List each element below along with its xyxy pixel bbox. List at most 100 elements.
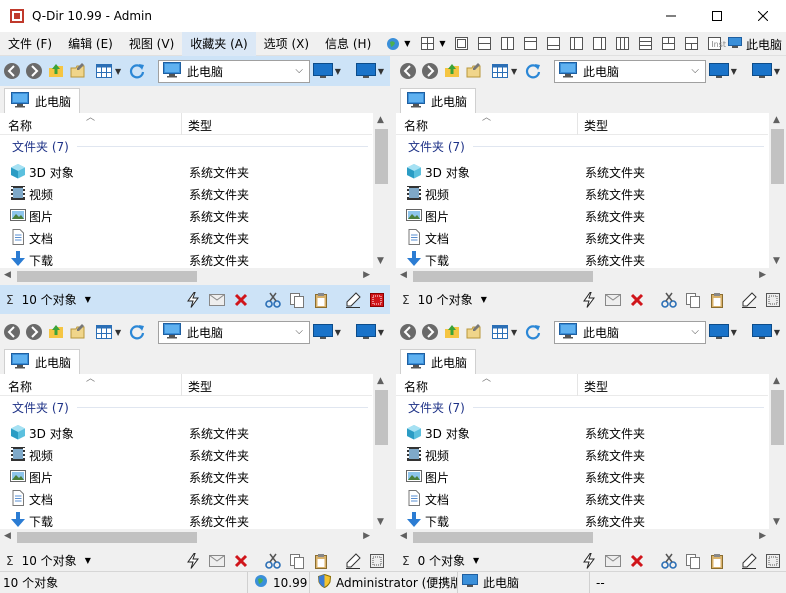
menu-options[interactable]: 选项 (X) [256,32,317,56]
email-icon[interactable] [208,291,226,309]
scroll-thumb[interactable] [375,129,388,184]
monitor-icon[interactable] [355,322,377,342]
column-divider[interactable] [577,113,578,135]
paste-icon[interactable] [708,291,726,309]
scroll-down-icon[interactable]: ▼ [377,256,384,266]
forward-icon[interactable] [420,322,440,342]
count-dropdown-icon[interactable]: ▼ [85,295,91,304]
view-dropdown-icon[interactable]: ▼ [115,67,121,76]
desktop-dropdown-icon[interactable]: ▼ [335,67,341,76]
copy-icon[interactable] [684,552,702,570]
list-item[interactable]: 3D 对象 系统文件夹 [0,160,372,182]
view-mode-icon[interactable] [94,322,114,342]
list-item[interactable]: 视频 系统文件夹 [396,443,768,465]
layout-f-icon[interactable] [569,37,583,50]
list-item[interactable]: 下载 系统文件夹 [0,509,372,531]
menu-edit[interactable]: 编辑 (E) [60,32,121,56]
vertical-scrollbar[interactable]: ▲ ▼ [769,374,786,529]
edit-icon[interactable] [740,552,758,570]
new-folder-icon[interactable] [464,322,484,342]
bolt-icon[interactable] [184,291,202,309]
paste-icon[interactable] [312,552,330,570]
grid-select-icon[interactable] [368,291,386,309]
up-folder-icon[interactable] [442,61,462,81]
back-icon[interactable] [398,61,418,81]
menu-view[interactable]: 视图 (V) [121,32,182,56]
back-icon[interactable] [398,322,418,342]
column-divider[interactable] [181,374,182,396]
column-name[interactable]: 名称 [404,378,428,395]
list-item[interactable]: 视频 系统文件夹 [0,182,372,204]
copy-icon[interactable] [288,552,306,570]
scroll-right-icon[interactable]: ▶ [363,531,370,541]
view-dropdown-icon[interactable]: ▼ [511,67,517,76]
scroll-right-icon[interactable]: ▶ [363,270,370,280]
address-bar[interactable]: 此电脑 ⌵ [158,60,310,83]
refresh-icon[interactable] [127,322,147,342]
scroll-left-icon[interactable]: ◀ [4,270,11,280]
refresh-icon[interactable] [523,61,543,81]
cut-icon[interactable] [660,552,678,570]
layout-dropdown-icon[interactable]: ▼ [439,39,445,48]
view-dropdown-icon[interactable]: ▼ [511,328,517,337]
chevron-down-icon[interactable]: ⌵ [295,65,303,76]
layout-e-icon[interactable] [546,37,560,50]
globe-icon[interactable] [386,37,400,50]
count-dropdown-icon[interactable]: ▼ [473,556,479,565]
menu-location-label[interactable]: 此电脑 [746,36,782,53]
edit-icon[interactable] [344,291,362,309]
horizontal-scrollbar[interactable]: ◀ ▶ [396,529,769,546]
copy-icon[interactable] [684,291,702,309]
group-header[interactable]: 文件夹 (7) [12,138,372,155]
layout-a-icon[interactable] [454,37,468,50]
tab-this-pc[interactable]: 此电脑 [400,349,477,374]
scroll-down-icon[interactable]: ▼ [773,517,780,527]
group-header[interactable]: 文件夹 (7) [408,399,768,416]
address-bar[interactable]: 此电脑 ⌵ [554,60,706,83]
view-mode-icon[interactable] [490,322,510,342]
scroll-thumb[interactable] [771,129,784,184]
desktop-icon[interactable] [312,61,334,81]
column-name[interactable]: 名称 [404,117,428,134]
column-type[interactable]: 类型 [188,378,212,395]
layout-h-icon[interactable] [615,37,629,50]
menu-favorites[interactable]: 收藏夹 (A) [182,31,256,56]
maximize-button[interactable] [694,0,740,32]
grid-select-icon[interactable] [368,552,386,570]
list-item[interactable]: 下载 系统文件夹 [0,248,372,270]
scroll-down-icon[interactable]: ▼ [377,517,384,527]
monitor-dropdown-icon[interactable]: ▼ [378,67,384,76]
delete-icon[interactable] [628,291,646,309]
layout-i-icon[interactable] [638,37,652,50]
monitor-icon[interactable] [751,322,773,342]
chevron-down-icon[interactable]: ⌵ [691,326,699,337]
globe-dropdown-icon[interactable]: ▼ [404,39,410,48]
list-item[interactable]: 图片 系统文件夹 [396,204,768,226]
column-name[interactable]: 名称 [8,117,32,134]
view-mode-icon[interactable] [490,61,510,81]
layout-b-icon[interactable] [477,37,491,50]
close-button[interactable] [740,0,786,32]
list-item[interactable]: 下载 系统文件夹 [396,509,768,531]
monitor-icon[interactable] [355,61,377,81]
delete-icon[interactable] [628,552,646,570]
desktop-dropdown-icon[interactable]: ▼ [731,67,737,76]
column-type[interactable]: 类型 [584,378,608,395]
list-item[interactable]: 文档 系统文件夹 [0,487,372,509]
back-icon[interactable] [2,61,22,81]
back-icon[interactable] [2,322,22,342]
scroll-up-icon[interactable]: ▲ [377,376,384,386]
delete-icon[interactable] [232,552,250,570]
list-item[interactable]: 3D 对象 系统文件夹 [0,421,372,443]
tab-this-pc[interactable]: 此电脑 [4,88,81,113]
desktop-icon[interactable] [708,61,730,81]
scroll-thumb[interactable] [375,390,388,445]
vertical-scrollbar[interactable]: ▲ ▼ [769,113,786,268]
new-folder-icon[interactable] [68,61,88,81]
desktop-dropdown-icon[interactable]: ▼ [335,328,341,337]
list-item[interactable]: 文档 系统文件夹 [396,487,768,509]
cut-icon[interactable] [264,552,282,570]
cut-icon[interactable] [264,291,282,309]
count-dropdown-icon[interactable]: ▼ [85,556,91,565]
desktop-dropdown-icon[interactable]: ▼ [731,328,737,337]
